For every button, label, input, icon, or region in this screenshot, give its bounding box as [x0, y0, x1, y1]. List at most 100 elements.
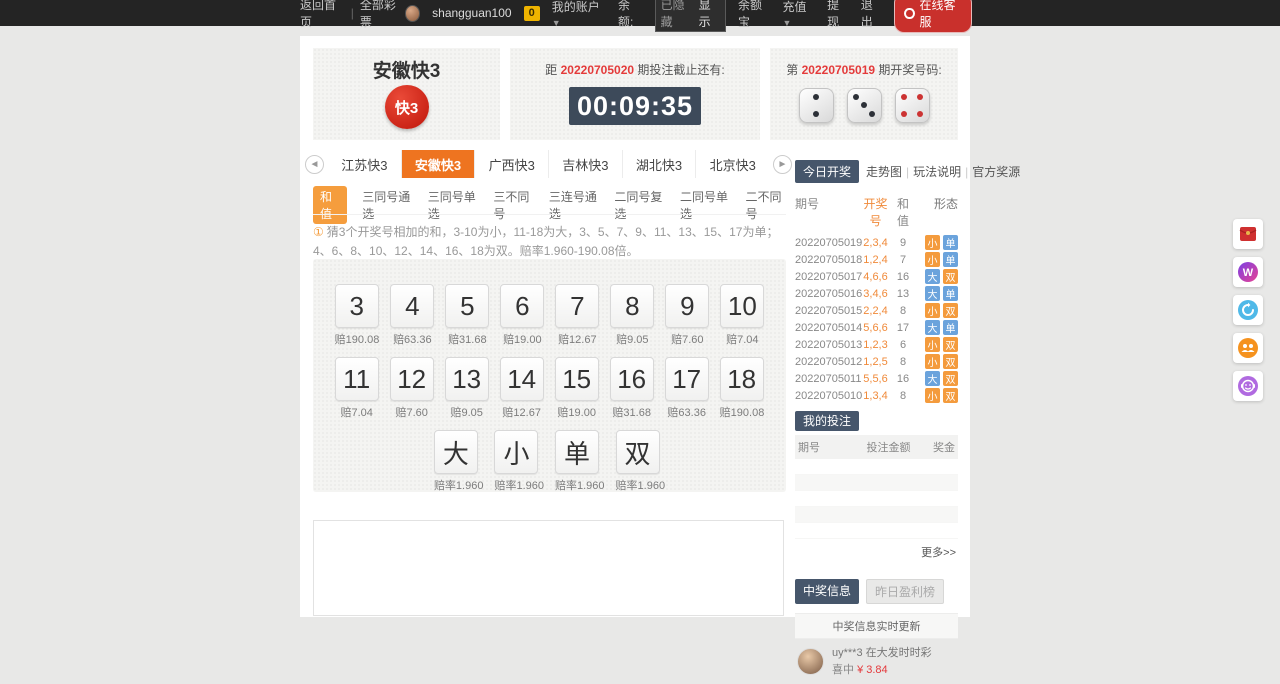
tabs-scroll-right-icon[interactable]: ►	[773, 155, 792, 174]
official-source-link[interactable]: 官方奖源	[972, 163, 1020, 180]
bet-option[interactable]: 14 赔12.67	[500, 357, 544, 420]
size-badge: 小	[925, 252, 940, 267]
bet-issue-number: 20220705020	[561, 63, 634, 77]
bet-option[interactable]: 单 赔率1.960	[555, 430, 605, 493]
blue-brand-icon[interactable]	[1233, 295, 1263, 325]
tabs-scroll-left-icon[interactable]: ◄	[305, 155, 324, 174]
customer-service-icon[interactable]	[1233, 371, 1263, 401]
balance-hidden-text: 已隐藏	[661, 0, 693, 30]
bet-option[interactable]: 17 赔63.36	[665, 357, 709, 420]
svg-text:W: W	[1243, 267, 1254, 279]
lottery-tab[interactable]: 安徽快3	[401, 150, 475, 178]
size-badge: 小	[925, 303, 940, 318]
bet-grid: 3 赔190.08 4 赔63.36 5 赔31.68 6 赔19.00 7 赔…	[313, 259, 786, 492]
account-menu[interactable]: 我的账户 ▼	[552, 0, 606, 29]
bet-option[interactable]: 5 赔31.68	[445, 284, 489, 347]
rules-link[interactable]: 玩法说明	[913, 163, 961, 180]
rules-info: ①猜3个开奖号相加的和，3-10为小，11-18为大，3、5、7、9、11、13…	[313, 214, 786, 261]
empty-bet-row	[795, 507, 958, 523]
size-badge: 大	[925, 269, 940, 284]
result-row: 20220705017 4,6,6 16 大 双	[795, 268, 958, 285]
result-row: 20220705010 1,3,4 8 小 双	[795, 387, 958, 404]
username[interactable]: shangguan100	[432, 6, 511, 20]
parity-badge: 双	[943, 371, 958, 386]
balance-show-button[interactable]: 显示	[699, 0, 720, 30]
logout-link[interactable]: 退出	[861, 0, 883, 30]
dice-icon	[799, 88, 834, 123]
separator: |	[965, 165, 968, 179]
lottery-tab[interactable]: 广西快3	[474, 150, 548, 178]
parity-badge: 双	[943, 337, 958, 352]
col-issue: 期号	[798, 439, 856, 455]
bet-option[interactable]: 9 赔7.60	[665, 284, 709, 347]
user-avatar[interactable]	[405, 5, 421, 22]
winner-item: uy***3 在大发时时彩 喜中 ¥ 3.84	[795, 639, 958, 684]
bet-option[interactable]: 15 赔19.00	[555, 357, 599, 420]
size-badge: 小	[925, 337, 940, 352]
balance-label: 余额:	[618, 0, 643, 30]
empty-bet-row	[795, 491, 958, 507]
community-icon[interactable]	[1233, 333, 1263, 363]
withdraw-link[interactable]: 提现	[827, 0, 849, 30]
bet-option[interactable]: 小 赔率1.960	[494, 430, 544, 493]
results-table: 期号 开奖号 和值 形态 20220705019 2,3,4 9 小 单 202…	[795, 192, 958, 404]
parity-badge: 双	[943, 354, 958, 369]
result-row: 20220705013 1,2,3 6 小 双	[795, 336, 958, 353]
size-badge: 小	[925, 235, 940, 250]
bet-option[interactable]: 11 赔7.04	[335, 357, 379, 420]
bet-slip	[313, 520, 784, 616]
main-panel: 安徽快3 快3 距 20220705020 期投注截止还有: 00:09:35 …	[300, 36, 970, 617]
size-badge: 大	[925, 320, 940, 335]
bet-option[interactable]: 13 赔9.05	[445, 357, 489, 420]
parity-badge: 双	[943, 388, 958, 403]
bet-option[interactable]: 12 赔7.60	[390, 357, 434, 420]
today-draws-button[interactable]: 今日开奖	[795, 160, 859, 183]
countdown-box: 距 20220705020 期投注截止还有: 00:09:35	[510, 48, 760, 140]
lottery-tab[interactable]: 吉林快3	[548, 150, 622, 178]
empty-bet-row	[795, 523, 958, 539]
lottery-tab[interactable]: 江苏快3	[328, 150, 401, 178]
bet-option[interactable]: 3 赔190.08	[335, 284, 380, 347]
bet-option[interactable]: 10 赔7.04	[720, 284, 764, 347]
bet-option[interactable]: 8 赔9.05	[610, 284, 654, 347]
bet-option[interactable]: 18 赔190.08	[720, 357, 765, 420]
all-lottery-link[interactable]: 全部彩票	[360, 0, 405, 30]
result-row: 20220705018 1,2,4 7 小 单	[795, 251, 958, 268]
col-numbers: 开奖号	[859, 195, 892, 229]
col-prize: 奖金	[921, 439, 955, 455]
empty-bet-row	[795, 459, 958, 475]
lottery-tab[interactable]: 北京快3	[695, 150, 769, 178]
my-bets-button[interactable]: 我的投注	[795, 411, 859, 431]
yuebao-link[interactable]: 余额宝	[738, 0, 770, 30]
bet-option[interactable]: 7 赔12.67	[555, 284, 599, 347]
dice-icon	[847, 88, 882, 123]
bet-option[interactable]: 6 赔19.00	[500, 284, 544, 347]
draw-caption: 第 20220705019 期开奖号码:	[786, 61, 941, 78]
more-link[interactable]: 更多>>	[795, 539, 958, 565]
size-badge: 小	[925, 388, 940, 403]
trend-chart-link[interactable]: 走势图	[866, 163, 902, 180]
message-count-badge[interactable]: 0	[524, 6, 540, 21]
bet-option[interactable]: 大 赔率1.960	[434, 430, 484, 493]
result-row: 20220705014 5,6,6 17 大 单	[795, 319, 958, 336]
parity-badge: 单	[943, 286, 958, 301]
countdown-timer: 00:09:35	[569, 87, 701, 125]
bet-option[interactable]: 双 赔率1.960	[616, 430, 666, 493]
bet-option[interactable]: 4 赔63.36	[390, 284, 434, 347]
red-packet-icon[interactable]	[1233, 219, 1263, 249]
bet-option[interactable]: 16 赔31.68	[610, 357, 654, 420]
parity-badge: 双	[943, 303, 958, 318]
draw-issue-number: 20220705019	[802, 63, 875, 77]
lottery-tab[interactable]: 湖北快3	[622, 150, 696, 178]
online-service-button[interactable]: 在线客服	[894, 0, 972, 33]
result-row: 20220705011 5,5,6 16 大 双	[795, 370, 958, 387]
yesterday-profit-tab[interactable]: 昨日盈利榜	[866, 579, 944, 604]
recharge-menu[interactable]: 充值 ▼	[782, 0, 815, 29]
winners-tab[interactable]: 中奖信息	[795, 579, 859, 604]
col-amount: 投注金额	[856, 439, 921, 455]
separator: |	[906, 165, 909, 179]
w-brand-icon[interactable]: W	[1233, 257, 1263, 287]
lottery-logo-icon: 快3	[385, 85, 429, 129]
headset-icon	[904, 8, 914, 19]
home-link[interactable]: 返回首页	[300, 0, 345, 30]
